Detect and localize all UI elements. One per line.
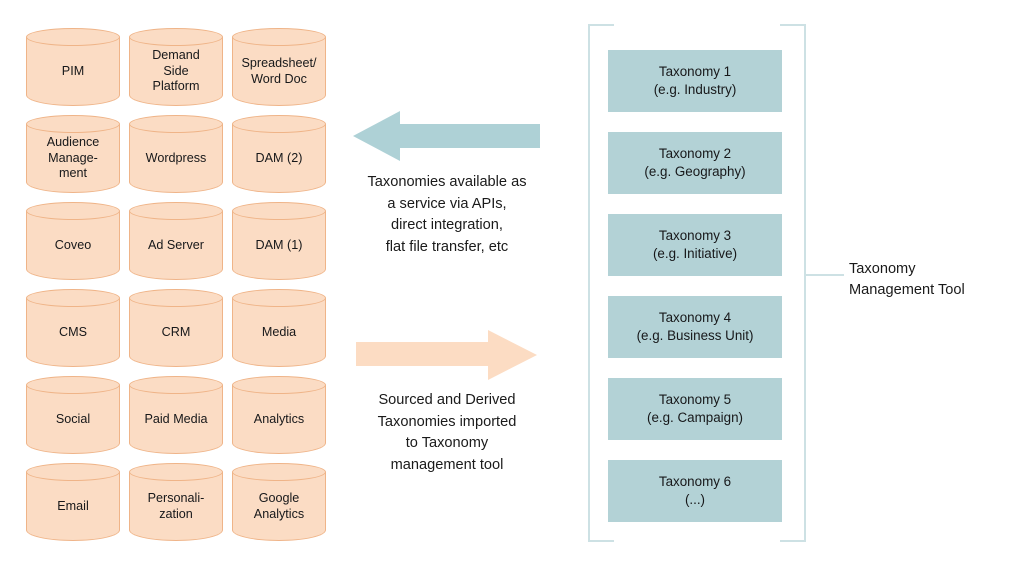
source-system-label: Google Analytics [253, 491, 305, 521]
source-system-demand-side-platform: Demand Side Platform [129, 28, 223, 106]
source-system-label: Ad Server [148, 237, 204, 252]
source-system-media: Media [232, 289, 326, 367]
taxonomy-box-label: Taxonomy 5 (e.g. Campaign) [646, 392, 743, 425]
taxonomy-management-panel: Taxonomy 1 (e.g. Industry) Taxonomy 2 (e.… [588, 24, 806, 542]
source-system-spreadsheet-word-doc: Spreadsheet/ Word Doc [232, 28, 326, 106]
source-system-label: Social [55, 411, 91, 426]
bracket-left-top-stub [588, 24, 614, 26]
bracket-right-line [804, 24, 806, 542]
outbound-arrow-icon [353, 111, 540, 161]
source-system-label: Demand Side Platform [152, 48, 200, 94]
source-system-crm: CRM [129, 289, 223, 367]
taxonomy-box-5: Taxonomy 5 (e.g. Campaign) [608, 378, 782, 440]
taxonomy-box-label: Taxonomy 3 (e.g. Initiative) [652, 228, 738, 261]
source-system-label: PIM [61, 63, 85, 78]
taxonomy-box-1: Taxonomy 1 (e.g. Industry) [608, 50, 782, 112]
source-system-analytics: Analytics [232, 376, 326, 454]
inbound-arrow-icon [356, 330, 537, 380]
source-system-personalization: Personali- zation [129, 463, 223, 541]
source-system-label: Personali- zation [147, 491, 205, 521]
source-system-pim: PIM [26, 28, 120, 106]
taxonomy-box-3: Taxonomy 3 (e.g. Initiative) [608, 214, 782, 276]
source-system-label: Spreadsheet/ Word Doc [241, 56, 317, 86]
source-system-label: Wordpress [145, 150, 207, 165]
bracket-right [778, 24, 806, 542]
taxonomy-box-6: Taxonomy 6 (...) [608, 460, 782, 522]
source-system-audience-management: Audience Manage- ment [26, 115, 120, 193]
source-system-label: Email [57, 498, 89, 513]
bracket-left-line [588, 24, 590, 542]
source-system-email: Email [26, 463, 120, 541]
bracket-right-top-stub [780, 24, 806, 26]
bracket-left-bottom-stub [588, 540, 614, 542]
taxonomy-management-tool-label: Taxonomy Management Tool [849, 261, 965, 298]
source-system-label: DAM (2) [255, 150, 303, 165]
source-system-wordpress: Wordpress [129, 115, 223, 193]
source-system-cms: CMS [26, 289, 120, 367]
taxonomy-box-label: Taxonomy 2 (e.g. Geography) [644, 146, 746, 179]
callout-leader-line [806, 274, 844, 276]
source-system-ad-server: Ad Server [129, 202, 223, 280]
source-system-paid-media: Paid Media [129, 376, 223, 454]
bracket-right-bottom-stub [780, 540, 806, 542]
source-system-label: Media [261, 324, 297, 339]
taxonomy-box-label: Taxonomy 6 (...) [658, 474, 732, 507]
source-system-label: Audience Manage- ment [46, 135, 100, 181]
source-system-dam-2: DAM (2) [232, 115, 326, 193]
source-system-label: CMS [59, 324, 87, 339]
source-system-label: Paid Media [144, 411, 208, 426]
outbound-arrow-caption: Taxonomies available as a service via AP… [367, 174, 527, 255]
source-system-social: Social [26, 376, 120, 454]
taxonomy-box-4: Taxonomy 4 (e.g. Business Unit) [608, 296, 782, 358]
source-system-coveo: Coveo [26, 202, 120, 280]
taxonomy-box-2: Taxonomy 2 (e.g. Geography) [608, 132, 782, 194]
source-system-label: Analytics [253, 411, 305, 426]
taxonomy-box-label: Taxonomy 4 (e.g. Business Unit) [636, 310, 754, 343]
source-system-label: Coveo [54, 237, 92, 252]
source-system-google-analytics: Google Analytics [232, 463, 326, 541]
inbound-arrow-caption: Sourced and Derived Taxonomies imported … [377, 392, 517, 473]
source-system-dam-1: DAM (1) [232, 202, 326, 280]
source-system-label: CRM [161, 324, 191, 339]
taxonomy-box-label: Taxonomy 1 (e.g. Industry) [653, 64, 737, 97]
source-system-label: DAM (1) [255, 237, 303, 252]
source-systems-grid: PIM Demand Side Platform Spreadsheet/ Word… [26, 28, 326, 541]
